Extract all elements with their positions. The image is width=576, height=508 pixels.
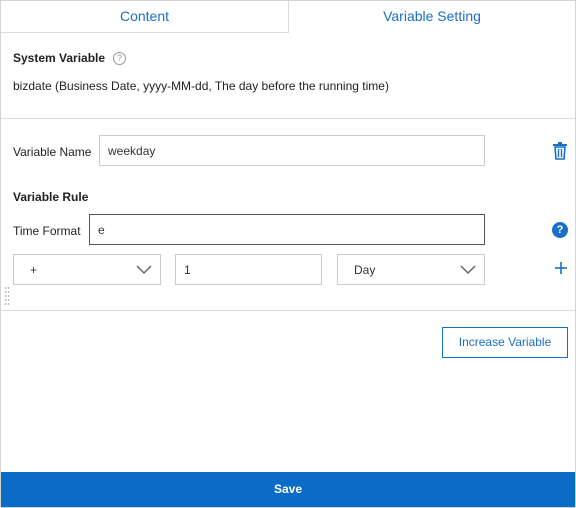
- system-variable-description: bizdate (Business Date, yyyy-MM-dd, The …: [13, 79, 389, 93]
- tab-variable-setting[interactable]: Variable Setting: [289, 1, 575, 33]
- operator-value: +: [30, 263, 38, 277]
- unit-select[interactable]: Day: [337, 254, 485, 285]
- offset-input[interactable]: [175, 254, 322, 285]
- help-icon[interactable]: ?: [552, 222, 568, 238]
- variable-name-input[interactable]: [99, 135, 485, 166]
- section-divider: [1, 118, 575, 119]
- chevron-down-icon: [460, 265, 476, 275]
- chevron-down-icon: [136, 265, 152, 275]
- tab-bar: Content Variable Setting: [1, 1, 575, 33]
- help-outline-icon[interactable]: ?: [113, 51, 127, 65]
- time-format-input[interactable]: [89, 214, 485, 245]
- variable-name-label: Variable Name: [13, 145, 92, 159]
- plus-icon[interactable]: [554, 261, 568, 275]
- tab-content[interactable]: Content: [1, 1, 289, 33]
- rule-divider: [1, 310, 575, 311]
- time-format-label: Time Format: [13, 224, 81, 238]
- drag-handle-icon[interactable]: [4, 286, 10, 306]
- system-variable-heading: System Variable ?: [13, 51, 127, 65]
- operator-select[interactable]: +: [13, 254, 161, 285]
- variable-panel: Content Variable Setting System Variable…: [0, 0, 576, 508]
- increase-variable-button[interactable]: Increase Variable: [442, 327, 568, 358]
- variable-rule-title: Variable Rule: [13, 190, 89, 204]
- system-variable-title: System Variable: [13, 51, 106, 65]
- trash-icon[interactable]: [552, 142, 568, 160]
- save-button[interactable]: Save: [1, 472, 575, 507]
- unit-value: Day: [354, 263, 376, 277]
